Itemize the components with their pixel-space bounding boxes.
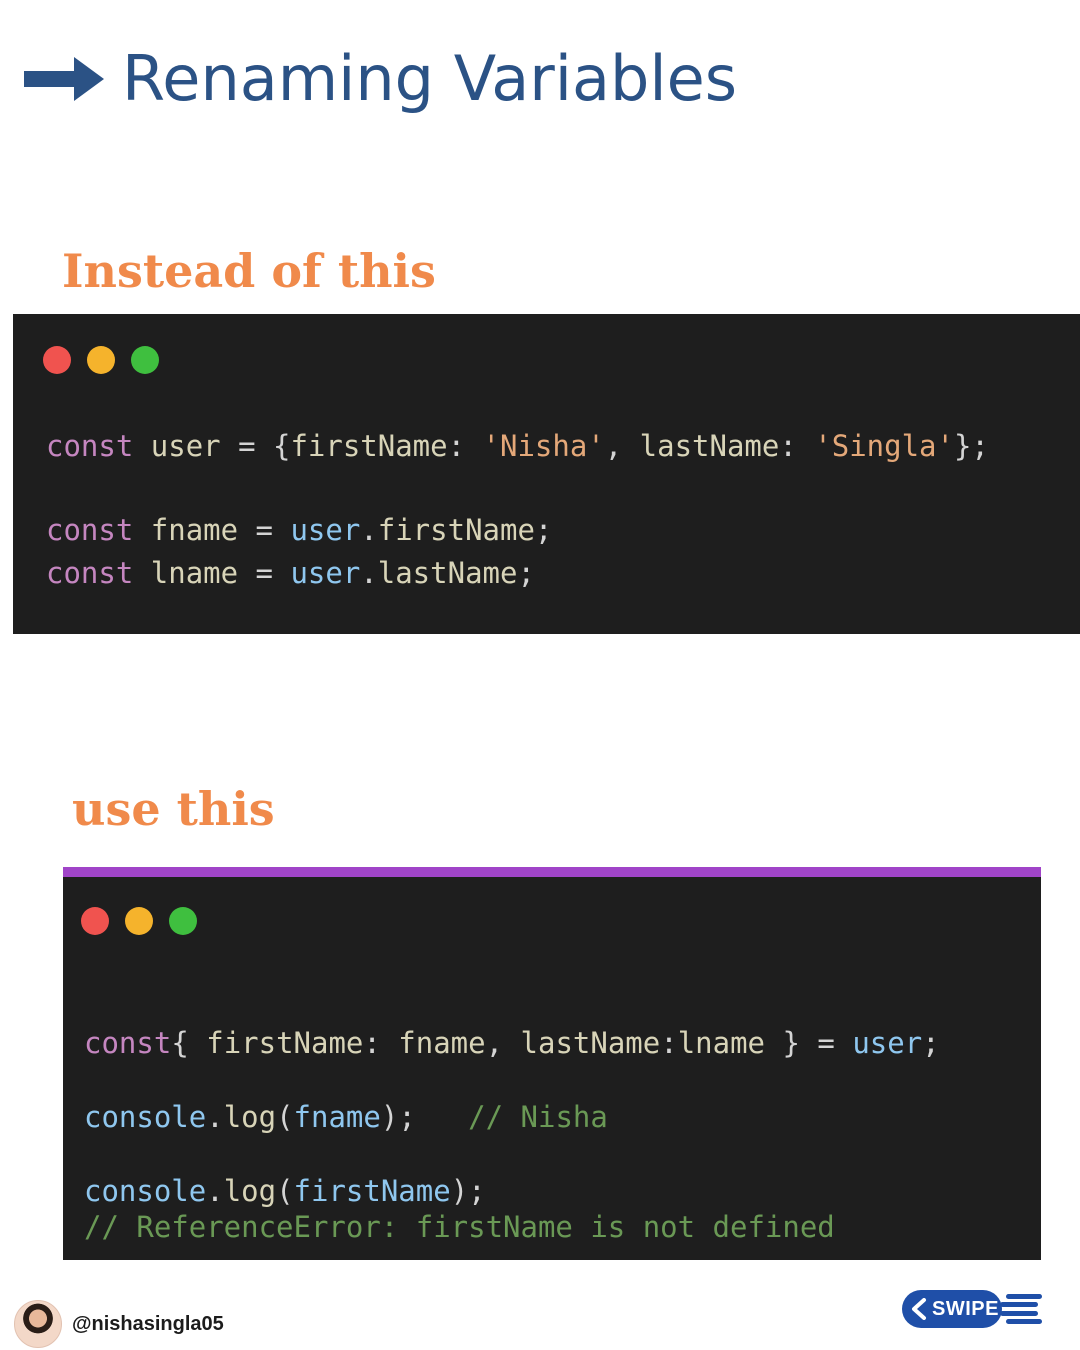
code-token: fname (398, 1026, 486, 1060)
code-token: , (485, 1026, 521, 1060)
code-token: ; (534, 513, 553, 547)
minimize-dot-icon (125, 907, 153, 935)
handle-text: @nishasingla05 (72, 1312, 224, 1335)
code-token: ( (276, 1100, 294, 1134)
code-token: ; (517, 556, 535, 590)
code-token: . (206, 1100, 224, 1134)
code-token: console (84, 1174, 207, 1208)
code-token: // ReferenceError: firstName is not defi… (84, 1210, 835, 1244)
code-token: lastName (377, 556, 518, 590)
code-token: lname (677, 1026, 765, 1060)
code-token: 'Singla' (814, 429, 954, 463)
code-token: ); (380, 1100, 469, 1134)
code-token: lastName (639, 429, 780, 463)
avatar (14, 1300, 62, 1348)
arrow-right-icon (24, 57, 104, 101)
code-token: : (660, 1026, 678, 1060)
code-token: firstName (377, 513, 535, 547)
close-dot-icon (81, 907, 109, 935)
code-token: . (360, 513, 378, 547)
code-token: 'Nisha' (482, 429, 605, 463)
swipe-label: SWIPE (932, 1298, 999, 1320)
window-controls (81, 907, 213, 935)
code-token: lastName (520, 1026, 661, 1060)
code-token: = (255, 513, 291, 547)
window-controls (43, 346, 175, 374)
code-line: const fname = user.firstName; (46, 516, 552, 545)
code-token: lname (133, 556, 256, 590)
code-token: console (84, 1100, 207, 1134)
code-token: }; (953, 429, 989, 463)
code-token: user (290, 556, 361, 590)
code-token: fname (293, 1100, 381, 1134)
code-token: ( (276, 1174, 294, 1208)
code-line: const lname = user.lastName; (46, 559, 535, 588)
code-token: const (46, 429, 134, 463)
code-token: firstName (206, 1026, 364, 1060)
code-line: // ReferenceError: firstName is not defi… (84, 1213, 835, 1242)
code-token: log (223, 1100, 277, 1134)
code-token: . (360, 556, 378, 590)
code-token: = { (238, 429, 291, 463)
chevron-left-icon (912, 1298, 926, 1320)
author-handle[interactable]: @nishasingla05 (14, 1300, 224, 1348)
code-token: user (852, 1026, 923, 1060)
code-token: user (290, 513, 361, 547)
code-token: fname (133, 513, 256, 547)
page-title: Renaming Variables (122, 42, 738, 115)
code-token: // Nisha (468, 1100, 608, 1134)
code-token: = (255, 556, 291, 590)
code-token: ; (922, 1026, 940, 1060)
swipe-button[interactable]: SWIPE (902, 1290, 1042, 1328)
code-token: log (223, 1174, 277, 1208)
code-token: : (779, 429, 815, 463)
code-token: } = (765, 1026, 853, 1060)
code-line: console.log(fname); // Nisha (84, 1103, 608, 1132)
title-row: Renaming Variables (24, 48, 737, 110)
code-token: const (46, 513, 134, 547)
code-token: : (363, 1026, 399, 1060)
code-token: firstName (293, 1174, 451, 1208)
section-label-before: Instead of this (62, 244, 436, 298)
code-token: firstName (290, 429, 448, 463)
code-token: ); (450, 1174, 486, 1208)
code-token: : (447, 429, 483, 463)
close-dot-icon (43, 346, 71, 374)
code-token: . (206, 1174, 224, 1208)
code-token: , (604, 429, 640, 463)
code-line: console.log(firstName); (84, 1177, 486, 1206)
code-window-after: const{ firstName: fname, lastName:lname … (63, 867, 1041, 1260)
code-token: const (84, 1026, 172, 1060)
code-window-before: const user = {firstName: 'Nisha', lastNa… (13, 314, 1080, 634)
minimize-dot-icon (87, 346, 115, 374)
section-label-after: use this (72, 782, 275, 836)
maximize-dot-icon (131, 346, 159, 374)
maximize-dot-icon (169, 907, 197, 935)
code-line: const{ firstName: fname, lastName:lname … (84, 1029, 940, 1058)
code-line: const user = {firstName: 'Nisha', lastNa… (46, 432, 989, 461)
code-token: { (171, 1026, 207, 1060)
speed-lines-icon (1000, 1294, 1042, 1324)
code-token: user (133, 429, 239, 463)
code-token: const (46, 556, 134, 590)
